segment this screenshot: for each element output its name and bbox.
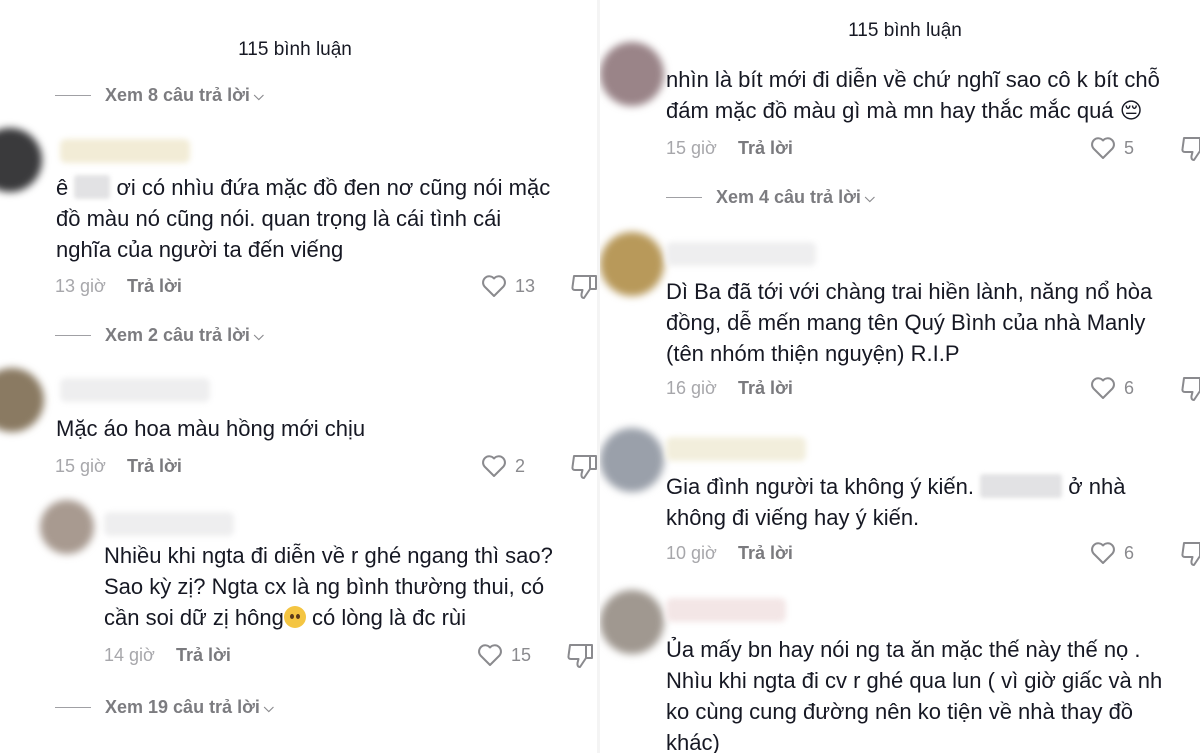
view-replies-label: Xem 8 câu trả lời — [105, 85, 250, 105]
comments-count-header: 115 bình luận — [238, 39, 352, 60]
heart-icon — [482, 455, 506, 477]
comment-time: 14 giờ — [104, 645, 155, 665]
comment-text: Nhiều khi ngta đi diễn về r ghé ngang th… — [104, 543, 553, 630]
comment-text: Dì Ba đã tới với chàng trai hiền lành, n… — [666, 279, 1153, 366]
username-blurred[interactable] — [666, 242, 816, 266]
view-replies-button[interactable]: Xem 8 câu trả lời ⌵ — [55, 85, 264, 106]
comment-meta: 10 giờ Trả lời — [666, 543, 793, 564]
comment-meta: 13 giờ Trả lời — [55, 276, 182, 297]
right-screenshot-panel: 115 bình luận nhìn là bít mới đi diễn về… — [600, 0, 1200, 753]
comment-time: 15 giờ — [55, 456, 106, 476]
like-count: 15 — [511, 644, 532, 665]
like-button[interactable]: 6 — [1090, 376, 1134, 400]
like-button[interactable]: 2 — [481, 454, 525, 478]
chevron-down-icon: ⌵ — [263, 699, 274, 715]
heart-icon — [478, 644, 502, 666]
chevron-down-icon: ⌵ — [253, 327, 264, 343]
dislike-icon[interactable] — [566, 642, 596, 670]
username-blurred[interactable] — [666, 437, 806, 461]
divider-line — [55, 335, 91, 336]
avatar[interactable] — [0, 128, 42, 192]
comment-meta: 14 giờ Trả lời — [104, 645, 231, 666]
avatar[interactable] — [40, 500, 94, 554]
pleading-face-icon — [283, 606, 306, 628]
username-blurred[interactable] — [104, 512, 234, 536]
comments-count-header: 115 bình luận — [848, 20, 962, 41]
like-count: 2 — [515, 455, 526, 476]
like-count: 13 — [515, 275, 536, 296]
username-blurred[interactable] — [60, 378, 210, 402]
view-replies-label: Xem 2 câu trả lời — [105, 325, 250, 345]
dislike-icon[interactable] — [1180, 540, 1200, 568]
avatar[interactable] — [600, 42, 664, 106]
avatar[interactable] — [600, 590, 664, 654]
view-replies-button[interactable]: Xem 2 câu trả lời ⌵ — [55, 325, 264, 346]
dislike-icon[interactable] — [1180, 375, 1200, 403]
heart-icon — [482, 275, 506, 297]
like-button[interactable]: 6 — [1090, 541, 1134, 565]
divider-line — [55, 95, 91, 96]
comment-time: 10 giờ — [666, 543, 717, 563]
username-blurred[interactable] — [60, 139, 190, 163]
comment-meta: 16 giờ Trả lời — [666, 378, 793, 399]
left-screenshot-panel: 115 bình luận Xem 8 câu trả lời ⌵ ê ơi c… — [0, 0, 600, 753]
comment-text: ê ơi có nhìu đứa mặc đồ đen nơ cũng nói … — [56, 175, 551, 262]
dislike-icon[interactable] — [570, 273, 600, 301]
avatar[interactable] — [600, 428, 664, 492]
comment-meta: 15 giờ Trả lời — [55, 456, 182, 477]
view-replies-button[interactable]: Xem 4 câu trả lời ⌵ — [666, 187, 875, 208]
comment-text: nhìn là bít mới đi diễn về chứ nghĩ sao … — [666, 67, 1160, 123]
like-count: 5 — [1124, 137, 1135, 158]
redacted-name — [980, 474, 1063, 498]
like-count: 6 — [1124, 377, 1135, 398]
reply-button[interactable]: Trả lời — [127, 276, 182, 297]
comment-text: Ủa mấy bn hay nói ng ta ăn mặc thế này t… — [666, 637, 1163, 753]
redacted-name — [74, 175, 111, 199]
comment-text: Mặc áo hoa màu hồng mới chịu — [56, 416, 366, 441]
reply-button[interactable]: Trả lời — [738, 543, 793, 564]
heart-icon — [1091, 137, 1115, 159]
like-button[interactable]: 15 — [477, 643, 531, 667]
divider-line — [666, 197, 702, 198]
dislike-icon[interactable] — [1180, 135, 1200, 163]
chevron-down-icon: ⌵ — [864, 189, 875, 205]
reply-button[interactable]: Trả lời — [176, 645, 231, 666]
dislike-icon[interactable] — [570, 453, 600, 481]
reply-button[interactable]: Trả lời — [738, 138, 793, 159]
heart-icon — [1091, 542, 1115, 564]
reply-button[interactable]: Trả lời — [738, 378, 793, 399]
view-replies-label: Xem 4 câu trả lời — [716, 187, 861, 207]
comment-time: 13 giờ — [55, 276, 106, 296]
like-count: 6 — [1124, 542, 1135, 563]
comment-time: 16 giờ — [666, 378, 717, 398]
avatar[interactable] — [600, 232, 664, 296]
username-blurred[interactable] — [666, 598, 786, 622]
divider-line — [55, 707, 91, 708]
like-button[interactable]: 13 — [481, 274, 535, 298]
heart-icon — [1091, 377, 1115, 399]
view-replies-button[interactable]: Xem 19 câu trả lời ⌵ — [55, 697, 274, 718]
comment-time: 15 giờ — [666, 138, 717, 158]
view-replies-label: Xem 19 câu trả lời — [105, 697, 260, 717]
chevron-down-icon: ⌵ — [253, 87, 264, 103]
comment-text: Gia đình người ta không ý kiến. ở nhà kh… — [666, 474, 1126, 530]
avatar[interactable] — [0, 368, 44, 432]
like-button[interactable]: 5 — [1090, 136, 1134, 160]
comment-meta: 15 giờ Trả lời — [666, 138, 793, 159]
reply-button[interactable]: Trả lời — [127, 456, 182, 477]
